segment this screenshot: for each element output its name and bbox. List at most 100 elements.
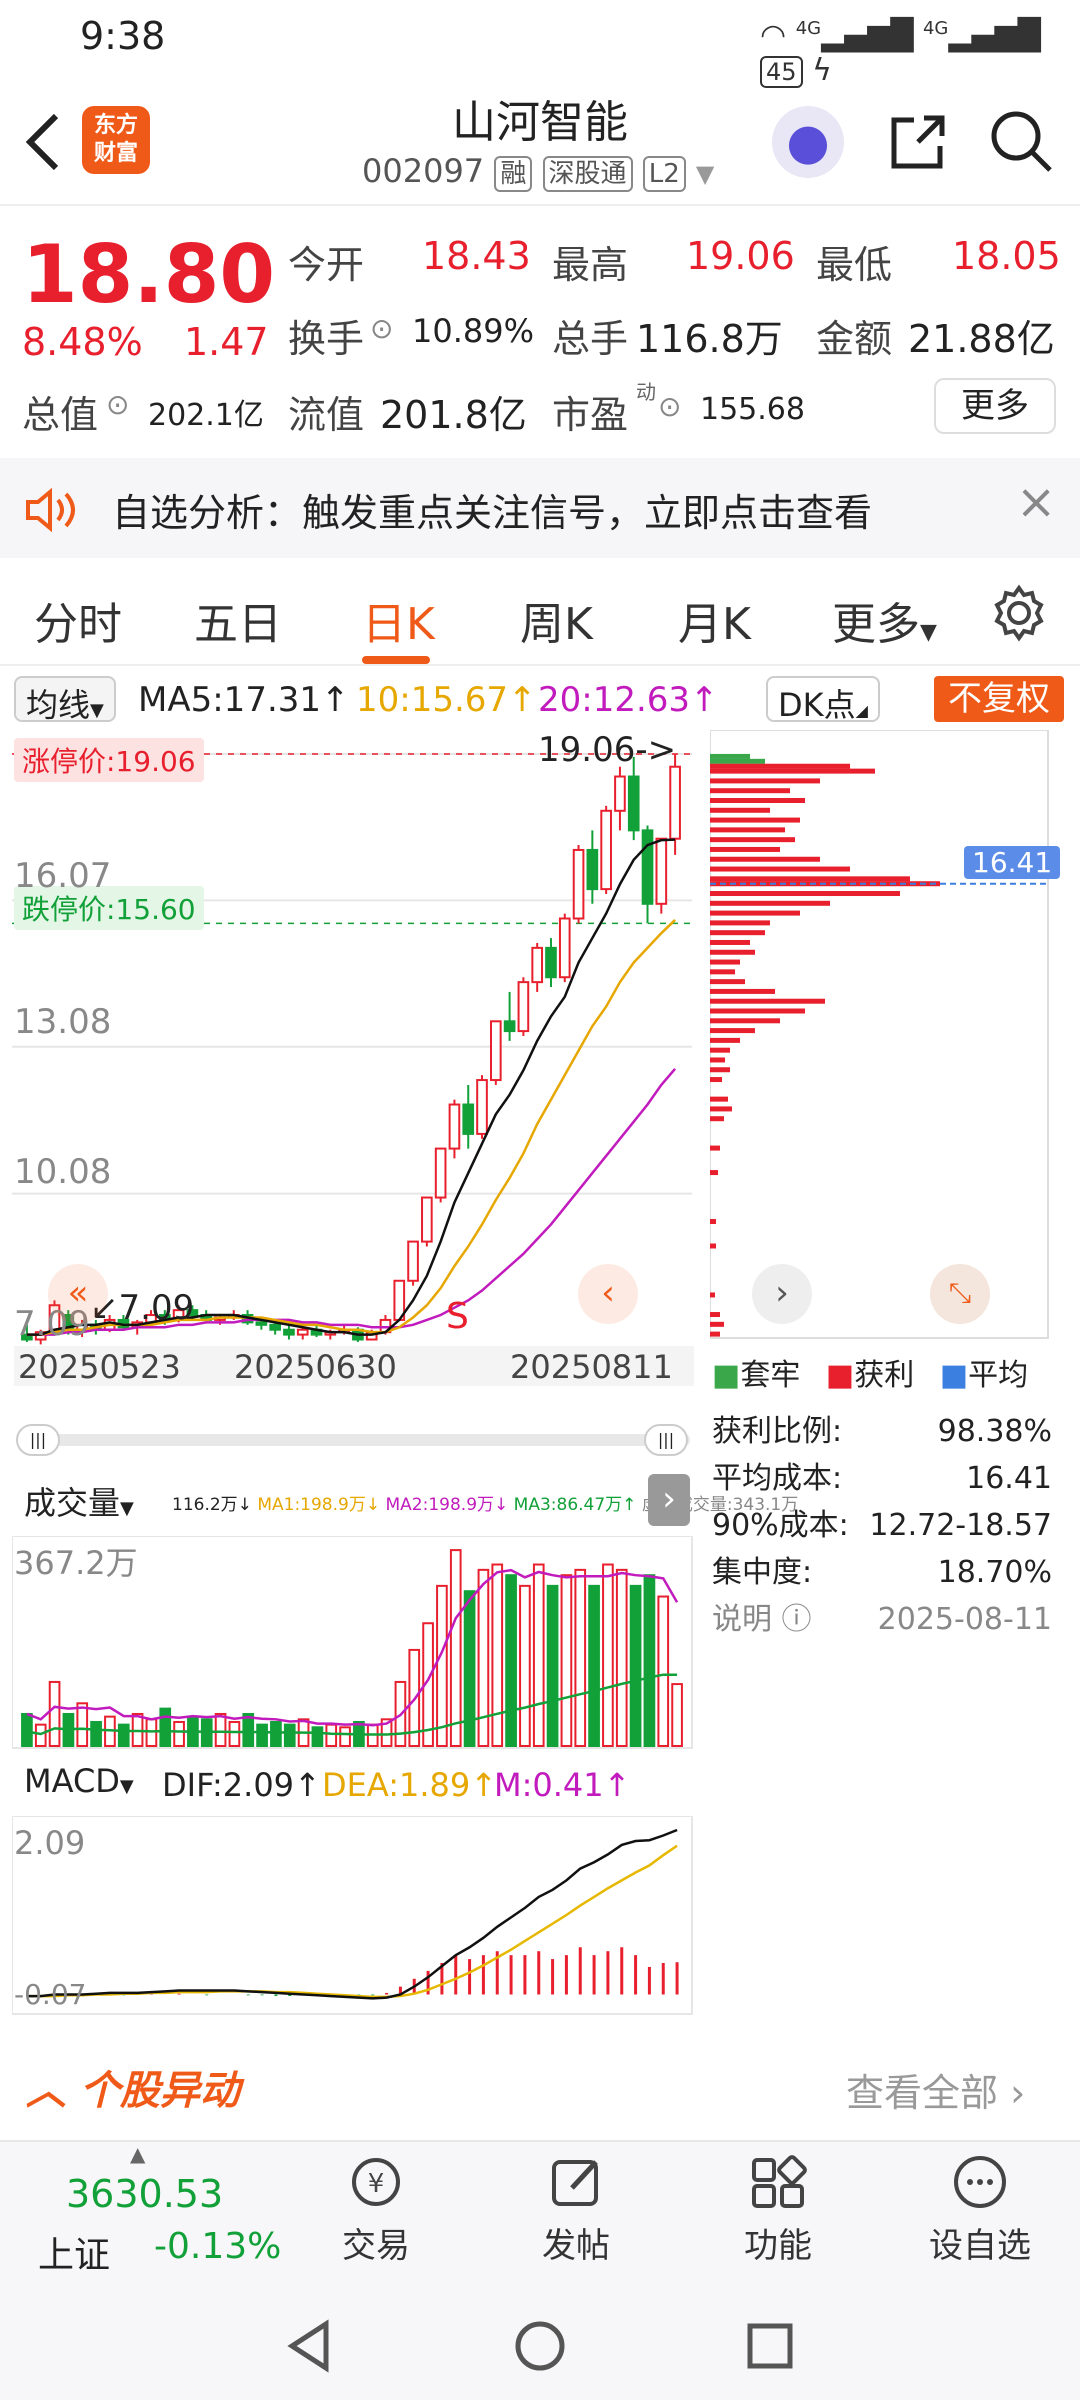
system-navbar [0,2290,1080,2400]
edit-icon [552,2160,598,2206]
pe-superscript: 动 [636,380,656,404]
candle-body [517,981,530,1033]
signal-icon-2: ▂▄▆█ [948,18,1041,53]
dk-point-select[interactable]: DK点◢ [766,676,880,724]
ma-select[interactable]: 均线▼ [14,676,116,724]
assistant-avatar[interactable] [772,106,844,178]
nav-back-icon[interactable] [280,2316,340,2376]
chip-bar [710,1170,718,1176]
banner-text: 自选分析：触发重点关注信号，立即点击查看 [112,491,873,535]
chip-bar [710,827,785,833]
dropdown-triangle-icon: ◢ [855,701,868,720]
candle-body [476,1079,488,1135]
volume-bar [629,1584,642,1748]
clock: 9:38 [80,14,166,58]
stock-code: 002097 [362,152,485,190]
turnover-label: 换手 [288,317,365,361]
chip-distribution-chart[interactable] [710,730,1050,1340]
range-scrollbar[interactable] [16,1434,690,1446]
candle-body [489,1020,502,1082]
chevron-right-icon[interactable]: › [648,1474,690,1526]
tab-five-day[interactable]: 五日 [194,588,282,652]
chevron-up-icon: ︿ [26,2068,66,2114]
chip-bar [710,1028,755,1034]
candle-body [641,829,654,905]
candle-body [448,1103,461,1150]
view-all-link[interactable]: 查看全部 › [846,2062,1025,2117]
date-label-2: 20250630 [234,1348,397,1386]
share-icon[interactable] [886,110,950,174]
ma-select-label: 均线 [26,686,91,724]
volume-select[interactable]: 成交量▼ [14,1476,144,1522]
date-label-1: 20250523 [18,1348,181,1386]
candle-body [627,775,640,832]
turnover-value: 10.89% [412,312,535,350]
volume-bar [145,1718,158,1748]
chip-bar [710,856,820,862]
tab-intraday[interactable]: 分时 [34,588,122,652]
sell-marker: S [446,1296,469,1337]
search-icon[interactable] [988,108,1054,174]
candle-body [614,775,626,812]
high-label: 最高 [552,243,629,287]
grid-icon [752,2155,807,2208]
chip-bar [710,930,765,936]
more-button[interactable]: 更多 [934,378,1056,434]
chip-bar [710,1057,725,1063]
svg-text:¥: ¥ [368,2169,385,2199]
chip-legend: ■套牢 ■获利 ■平均 [712,1350,1028,1394]
nav-home-icon[interactable] [510,2316,570,2376]
tab-more[interactable]: 更多▼ [832,588,937,652]
chevron-left-icon[interactable]: ‹ [578,1264,638,1324]
ma10-value: 10:15.67↑ [356,680,537,720]
candle-body [531,946,544,984]
double-left-icon[interactable]: « [48,1264,108,1324]
dk-label: DK点 [778,686,856,724]
analysis-banner[interactable]: 自选分析：触发重点关注信号，立即点击查看 × [0,458,1080,558]
info-icon-2[interactable]: ⊙ [106,388,129,421]
trade-label: 交易 [342,2226,410,2266]
macd-chart[interactable] [12,1816,694,2016]
tab-indicator [362,656,430,664]
volume-bar [283,1723,296,1747]
info-icon[interactable]: ⊙ [370,312,393,345]
index-value[interactable]: 3630.53 [66,2172,223,2216]
tab-daily-k[interactable]: 日K [362,588,435,652]
close-icon[interactable]: × [1016,474,1056,530]
info-icon-3[interactable]: ⊙ [658,390,681,423]
expand-icon[interactable]: ⤡ [930,1264,990,1324]
add-watchlist-button[interactable]: 设自选 [910,2152,1050,2267]
chevron-right-icon[interactable]: › [752,1264,812,1324]
volume-bar [491,1563,504,1747]
macd-dif: DIF:2.09↑ [162,1766,321,1804]
scroll-handle-right[interactable]: ||| [644,1424,688,1456]
stock-code-row[interactable]: 002097 融 深股通 L2 ▼ [362,152,714,192]
chip-bar [710,959,740,965]
tab-monthly-k[interactable]: 月K [678,588,751,652]
nav-recents-icon[interactable] [740,2316,800,2376]
candle-body [600,809,612,891]
gear-icon[interactable] [990,584,1048,642]
dropdown-triangle-icon: ▼ [695,160,715,188]
candle-body [296,1328,309,1336]
adjust-select[interactable]: 不复权 [934,676,1064,722]
chip-stat-row: 获利比例: 98.38% [712,1408,1052,1455]
scroll-handle-left[interactable]: ||| [16,1424,60,1456]
functions-button[interactable]: 功能 [708,2152,848,2267]
avg-cost-tag: 16.41 [964,846,1061,879]
pe-label: 市盈 [552,393,629,437]
tab-weekly-k[interactable]: 周K [520,588,593,652]
back-icon[interactable] [22,110,62,174]
chip-bar [710,1096,728,1102]
post-button[interactable]: 发帖 [506,2152,646,2267]
macd-select[interactable]: MACD▼ [14,1760,144,1806]
stock-movement-header[interactable]: ︿ 个股异动 [26,2058,240,2116]
chip-bar [710,866,850,872]
volume-bar [76,1702,89,1748]
chip-stat-label: 集中度: [712,1555,813,1590]
candle-body [407,1240,419,1282]
trade-button[interactable]: ¥ 交易 [306,2152,446,2267]
chip-note-row[interactable]: 说明 ⓘ 2025-08-11 [712,1596,1052,1643]
high-value: 19.06 [686,234,795,278]
pe-value: 155.68 [700,392,805,427]
